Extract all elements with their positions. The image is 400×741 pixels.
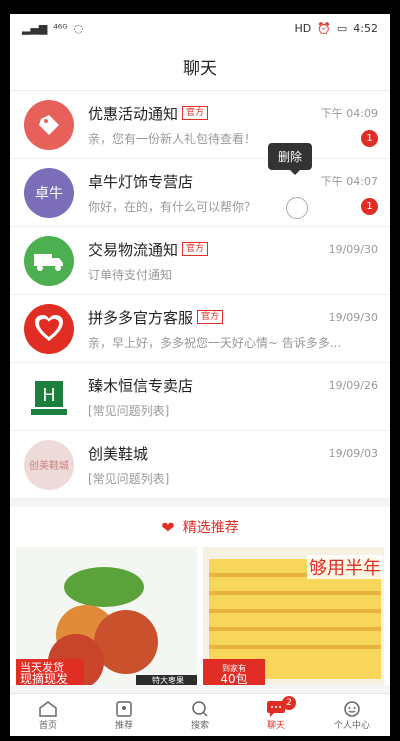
conversation-time: 19/09/03 <box>328 446 378 460</box>
chat-tab-badge: 2 <box>282 696 296 710</box>
store-logo: H <box>24 371 74 422</box>
conversation-preview: [常见问题列表] <box>88 471 170 486</box>
alarm-icon: ⏰ <box>317 21 331 35</box>
phone-screen: ▂▄▆ ⁴⁶ᴳ ◌ HD ⏰ ▭ 4:52 聊天 优惠活动通知 官方 下午 04… <box>10 14 390 736</box>
tab-label: 聊天 <box>266 720 285 731</box>
tab-label: 个人中心 <box>333 720 370 731</box>
conversation-time: 下午 04:07 <box>320 175 378 188</box>
official-tag: 官方 <box>182 106 209 120</box>
conversation-time: 下午 04:09 <box>320 107 378 120</box>
tab-search[interactable]: 搜索 <box>162 694 238 736</box>
delete-tooltip[interactable]: 删除 <box>268 143 313 175</box>
official-tag: 官方 <box>197 310 224 324</box>
pinduoduo-avatar <box>24 303 74 354</box>
conversation-row[interactable]: 优惠活动通知 官方 下午 04:09 亲，您有一份新人礼包待查看！ 1 <box>10 91 390 159</box>
home-icon <box>39 700 57 717</box>
conversation-preview: 亲，早上好，多多祝您一天好心情~ 告诉多多... <box>88 335 342 350</box>
conversation-row[interactable]: 创美鞋城 创美鞋城 19/09/03 [常见问题列表] <box>10 431 390 499</box>
product-card-jujube[interactable]: 当天发货 现摘现发 特大枣果 <box>16 547 197 685</box>
tab-chat[interactable]: 聊天 2 <box>238 694 314 736</box>
conversation-preview: 订单待支付通知 <box>88 267 173 282</box>
select-circle[interactable] <box>286 197 308 219</box>
conversation-row[interactable]: 拼多多官方客服 官方 19/09/30 亲，早上好，多多祝您一天好心情~ 告诉多多… <box>10 295 390 363</box>
profile-icon <box>344 700 360 717</box>
battery-icon: ▭ <box>336 21 348 35</box>
store-avatar: 卓牛 <box>24 167 74 218</box>
svg-text:H: H <box>42 385 56 406</box>
tab-label: 搜索 <box>190 720 209 731</box>
conversation-name: 拼多多官方客服 <box>88 308 194 327</box>
title-text: 聊天 <box>183 58 217 79</box>
conversation-row[interactable]: 删除 卓牛 卓牛灯饰专营店 下午 04:07 你好，在的，有什么可以帮你？ 1 <box>10 143 390 227</box>
network-label: ⁴⁶ᴳ <box>53 21 68 35</box>
heart-icon: ❤ <box>161 517 175 537</box>
truck-icon <box>34 253 63 271</box>
product-corner-label: 够用半年 <box>309 558 381 579</box>
tag-icon <box>39 114 59 135</box>
recommend-icon <box>116 700 132 717</box>
recommend-section-title: ❤ 精选推荐 <box>10 507 390 547</box>
status-bar: ▂▄▆ ⁴⁶ᴳ ◌ HD ⏰ ▭ 4:52 <box>10 14 390 42</box>
product-bottom-label: 特大枣果 <box>152 675 184 685</box>
product-bottom-label-2: 40包 <box>220 672 247 685</box>
tab-profile[interactable]: 个人中心 <box>314 694 390 736</box>
search-icon <box>192 700 208 717</box>
conversation-preview: [常见问题列表] <box>88 403 170 418</box>
pinduoduo-logo-icon <box>35 314 63 341</box>
conversation-time: 19/09/30 <box>328 310 378 324</box>
conversation-name: 臻木恒信专卖店 <box>88 376 194 395</box>
store-logo-icon: H <box>31 380 67 415</box>
time-label: 4:52 <box>353 21 378 35</box>
conversation-row[interactable]: 交易物流通知 官方 19/09/30 订单待支付通知 <box>10 227 390 295</box>
bottom-tab-bar: 首页 推荐 搜索 聊天 2 个人中心 <box>10 693 390 736</box>
hd-icon: HD <box>294 21 312 35</box>
tab-label: 推荐 <box>114 720 133 731</box>
unread-badge: 1 <box>361 129 378 147</box>
conversation-preview: 你好，在的，有什么可以帮你？ <box>88 199 257 214</box>
coupon-icon <box>24 99 74 150</box>
tab-label: 首页 <box>38 720 57 731</box>
conversation-name: 创美鞋城 <box>88 444 149 463</box>
tab-recommend[interactable]: 推荐 <box>86 694 162 736</box>
wifi-icon: ◌ <box>73 21 84 35</box>
conversation-list: 优惠活动通知 官方 下午 04:09 亲，您有一份新人礼包待查看！ 1 删除 卓牛… <box>10 91 390 499</box>
conversation-name: 优惠活动通知 <box>88 104 179 123</box>
conversation-name: 交易物流通知 <box>88 240 179 259</box>
product-badge-2: 现摘现发 <box>20 671 68 685</box>
tab-home[interactable]: 首页 <box>10 694 86 736</box>
official-tag: 官方 <box>182 242 209 256</box>
avatar-text: 卓牛 <box>35 185 63 202</box>
avatar-text: 创美鞋城 <box>29 461 69 472</box>
tissue-image: 够用半年 到家有 40包 <box>203 547 384 685</box>
truck-avatar <box>24 235 74 286</box>
product-grid: 当天发货 现摘现发 特大枣果 够用半年 到家有 40包 <box>10 547 390 685</box>
page-title: 聊天 <box>10 42 390 91</box>
conversation-row[interactable]: H 臻木恒信专卖店 19/09/26 [常见问题列表] <box>10 363 390 431</box>
conversation-time: 19/09/30 <box>328 242 378 256</box>
signal-icon: ▂▄▆ <box>22 21 48 35</box>
recommend-label: 精选推荐 <box>182 520 239 536</box>
unread-badge: 1 <box>361 197 378 215</box>
conversation-preview: 亲，您有一份新人礼包待查看！ <box>88 131 257 146</box>
conversation-time: 19/09/26 <box>328 378 378 392</box>
jujube-image: 当天发货 现摘现发 特大枣果 <box>16 567 197 685</box>
product-card-tissue[interactable]: 够用半年 到家有 40包 <box>203 547 384 685</box>
store-avatar: 创美鞋城 <box>24 439 74 490</box>
conversation-name: 卓牛灯饰专营店 <box>88 172 194 191</box>
